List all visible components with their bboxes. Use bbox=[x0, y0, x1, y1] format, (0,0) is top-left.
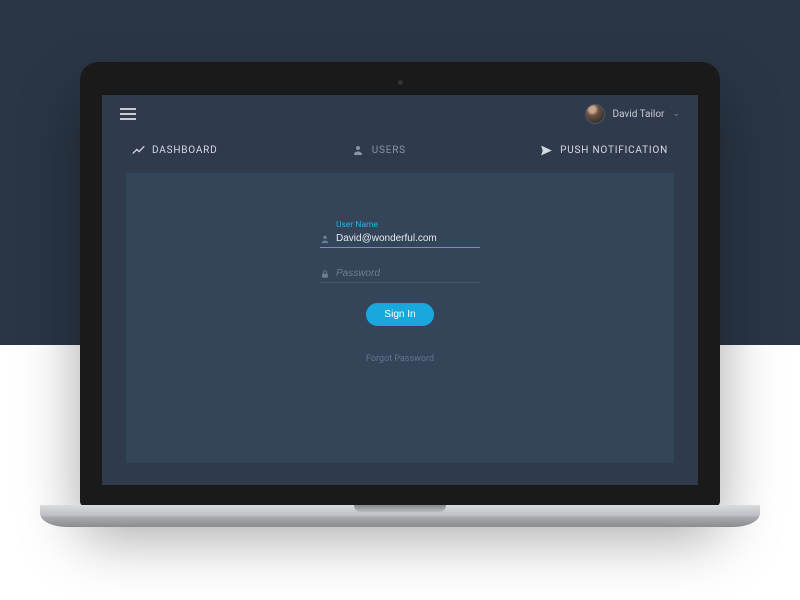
username-label: User Name bbox=[336, 220, 378, 230]
avatar bbox=[585, 104, 605, 124]
nav-users[interactable]: USERS bbox=[352, 144, 406, 157]
laptop-bezel: David Tailor ⌄ DASHBOARD USERS bbox=[80, 62, 720, 507]
nav-dashboard[interactable]: DASHBOARD bbox=[132, 144, 218, 157]
laptop-mockup: David Tailor ⌄ DASHBOARD USERS bbox=[80, 62, 720, 527]
user-name-label: David Tailor bbox=[613, 109, 665, 120]
trend-icon bbox=[132, 144, 145, 157]
nav-users-label: USERS bbox=[372, 145, 406, 156]
login-panel: User Name Sign In Forgot Password bbox=[126, 173, 674, 463]
user-chip[interactable]: David Tailor ⌄ bbox=[585, 104, 681, 124]
nav-push-label: PUSH NOTIFICATION bbox=[560, 145, 668, 156]
username-input[interactable] bbox=[336, 233, 480, 244]
chevron-down-icon: ⌄ bbox=[672, 109, 680, 119]
username-field-wrap: User Name bbox=[320, 233, 480, 248]
topbar: David Tailor ⌄ bbox=[102, 95, 698, 133]
laptop-base bbox=[40, 505, 760, 527]
main-nav: DASHBOARD USERS PUSH NOTIFICATION bbox=[102, 133, 698, 167]
app-screen: David Tailor ⌄ DASHBOARD USERS bbox=[102, 95, 698, 485]
send-icon bbox=[540, 144, 553, 157]
nav-push[interactable]: PUSH NOTIFICATION bbox=[540, 144, 668, 157]
login-form: User Name Sign In Forgot Password bbox=[320, 233, 480, 364]
password-input[interactable] bbox=[336, 268, 480, 279]
camera-dot bbox=[398, 80, 403, 85]
forgot-password-link[interactable]: Forgot Password bbox=[320, 354, 480, 364]
password-field-wrap bbox=[320, 268, 480, 283]
person-icon bbox=[320, 234, 330, 244]
lock-icon bbox=[320, 269, 330, 279]
user-icon bbox=[352, 144, 365, 157]
menu-icon[interactable] bbox=[120, 108, 136, 120]
nav-dashboard-label: DASHBOARD bbox=[152, 145, 218, 156]
signin-button[interactable]: Sign In bbox=[366, 303, 433, 326]
